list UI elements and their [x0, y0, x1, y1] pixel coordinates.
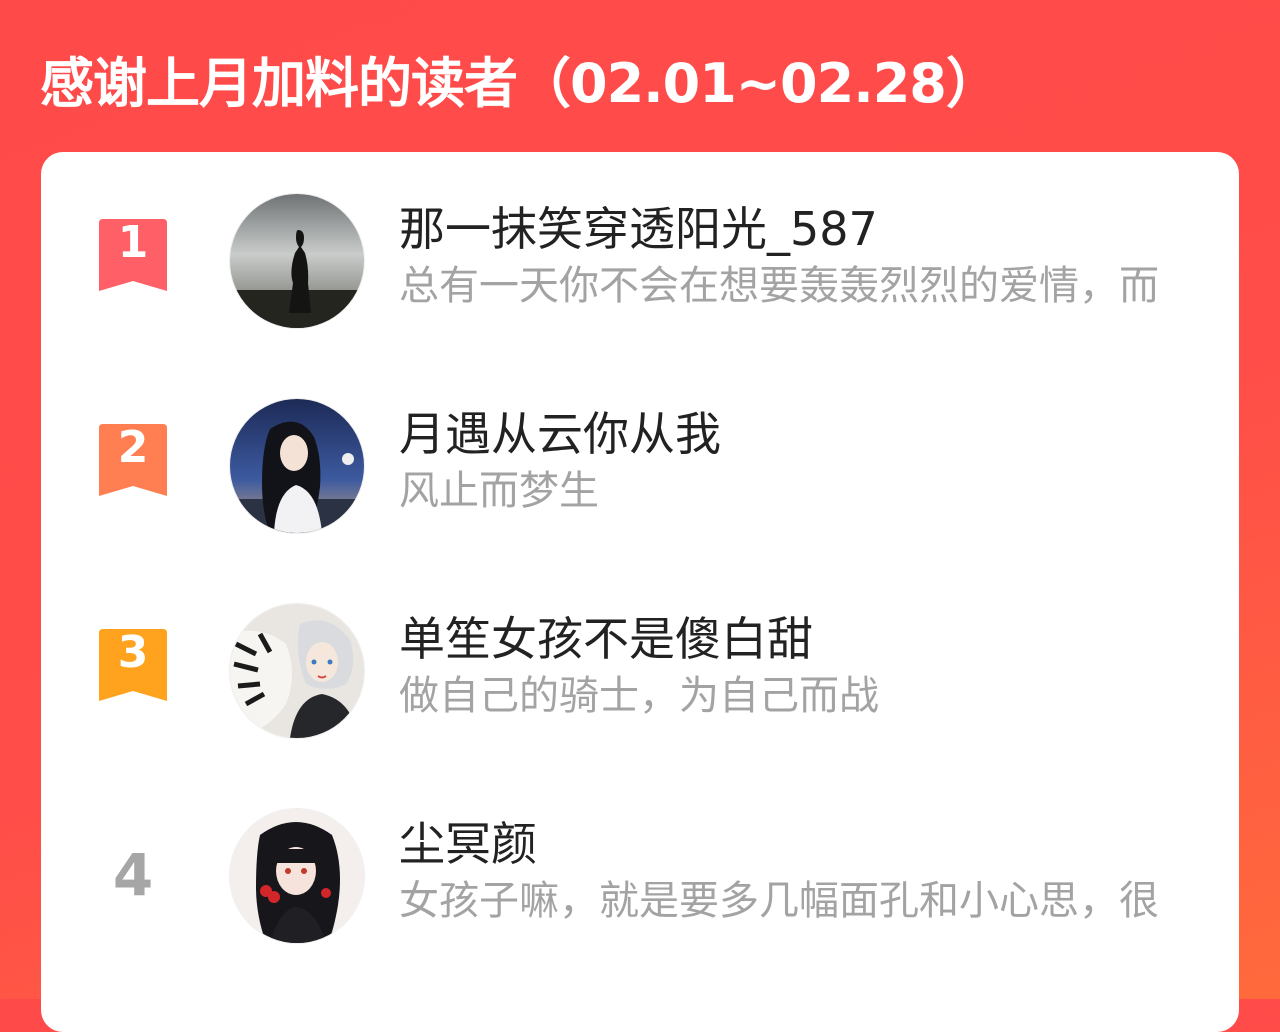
avatar[interactable]: [230, 399, 364, 533]
reader-name: 月遇从云你从我: [399, 407, 721, 461]
reader-row-3[interactable]: 3 单笙女孩不是傻白甜 做自己的骑士，为自己而战: [41, 604, 1239, 754]
rank-badge-orange: 2: [99, 424, 167, 496]
anime-girl-night-avatar: [230, 399, 364, 533]
reader-row-1[interactable]: 1 那一抹笑穿透阳光_587 总有一天你不会在想要轰轰烈烈的爱情，而: [41, 194, 1239, 344]
girl-with-cherries-avatar: [230, 809, 364, 943]
silhouette-by-sea-avatar: [230, 194, 364, 328]
reader-name: 那一抹笑穿透阳光_587: [399, 202, 878, 256]
rank-number: 4: [112, 841, 154, 909]
rank-number: 1: [117, 217, 149, 268]
reader-row-4[interactable]: 4 尘冥颜 女孩子嘛，就是要多几幅面孔和小心思，很: [41, 809, 1239, 959]
avatar[interactable]: [230, 809, 364, 943]
rank-number: 3: [117, 627, 149, 678]
rank-badge-gold-red: 1: [99, 219, 167, 291]
rank-number: 2: [117, 422, 149, 473]
avatar[interactable]: [230, 194, 364, 328]
rank-badge-amber: 3: [99, 629, 167, 701]
reader-name: 尘冥颜: [399, 817, 537, 871]
reader-quote: 女孩子嘛，就是要多几幅面孔和小心思，很: [399, 878, 1159, 924]
tiger-and-boy-avatar: [230, 604, 364, 738]
readers-card: 1 那一抹笑穿透阳光_587 总有一天你不会在想要轰轰烈烈的爱情，而 2 月遇从…: [41, 152, 1239, 1032]
reader-quote: 做自己的骑士，为自己而战: [399, 673, 879, 719]
reader-name: 单笙女孩不是傻白甜: [399, 612, 813, 666]
reader-quote: 风止而梦生: [399, 468, 599, 514]
reader-quote: 总有一天你不会在想要轰轰烈烈的爱情，而: [399, 263, 1159, 309]
page-title: 感谢上月加料的读者（02.01~02.28）: [40, 52, 1000, 115]
reader-row-2[interactable]: 2 月遇从云你从我 风止而梦生: [41, 399, 1239, 549]
avatar[interactable]: [230, 604, 364, 738]
